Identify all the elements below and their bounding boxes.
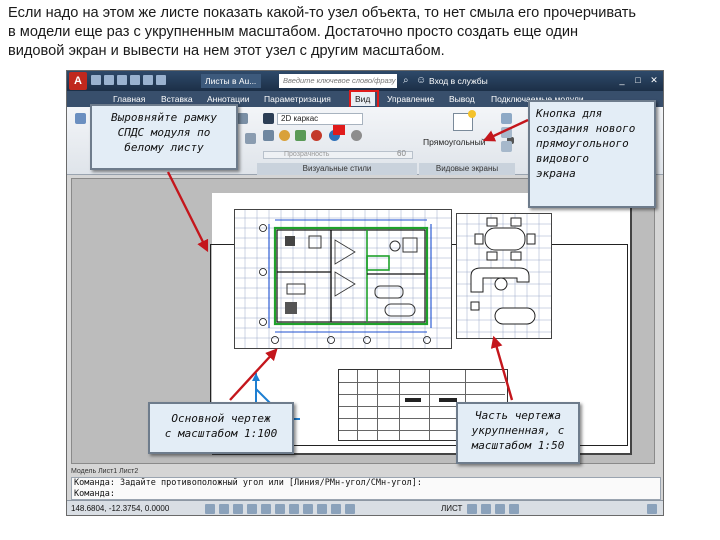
detail-viewport[interactable] xyxy=(456,213,552,339)
coordinates-readout: 148.6804, -12.3754, 0.0000 xyxy=(71,504,170,513)
open-icon[interactable] xyxy=(104,75,114,85)
clean-screen-icon[interactable] xyxy=(647,504,657,514)
lock-icon[interactable] xyxy=(509,504,519,514)
views-icon[interactable] xyxy=(245,133,256,144)
sun-icon[interactable] xyxy=(351,130,362,141)
tab-manage[interactable]: Управление xyxy=(387,92,434,106)
document-tab[interactable]: Листы в Au... xyxy=(201,74,261,88)
callout-line: масштабом 1:50 xyxy=(471,439,565,452)
minimize-button[interactable]: _ xyxy=(615,73,629,87)
layout-tabs[interactable]: Модель Лист1 Лист2 xyxy=(71,467,331,477)
callout-line: видового xyxy=(536,152,589,165)
callout-line: с масштабом 1:100 xyxy=(164,427,278,440)
command-history: Команда: Задайте противоположный угол ил… xyxy=(74,478,422,488)
callout-line: экрана xyxy=(536,167,576,180)
annotation-visibility-icon[interactable] xyxy=(481,504,491,514)
workspace-icon[interactable] xyxy=(495,504,505,514)
transparency-label: Прозрачность xyxy=(284,151,330,158)
close-button[interactable]: ✕ xyxy=(647,73,661,87)
ducs-icon[interactable] xyxy=(289,504,299,514)
callout-line: Основной чертеж xyxy=(171,412,271,425)
undo-icon[interactable] xyxy=(130,75,140,85)
material-icon[interactable] xyxy=(279,130,290,141)
callout-line: Кнопка для xyxy=(536,107,603,120)
transparency-value: 60 xyxy=(397,149,406,158)
snap-icon[interactable] xyxy=(205,504,215,514)
transparency-slider[interactable]: Прозрачность xyxy=(263,151,413,159)
callout-line: прямоугольного xyxy=(536,137,629,150)
lights-icon[interactable] xyxy=(329,130,340,141)
main-plan-drawing xyxy=(235,210,451,348)
slide-line: в модели еще раз с укрупненным масштабом… xyxy=(8,24,579,40)
polar-icon[interactable] xyxy=(247,504,257,514)
shading-icon[interactable] xyxy=(263,130,274,141)
detail-plan-drawing xyxy=(457,214,551,338)
space-toggle[interactable]: ЛИСТ xyxy=(441,501,462,515)
callout-line: Часть чертежа xyxy=(474,409,562,422)
callout-frame: Выровняйте рамку СПДС модуля по белому л… xyxy=(90,104,238,170)
quick-access-toolbar xyxy=(91,75,191,87)
otrack-icon[interactable] xyxy=(275,504,285,514)
main-viewport[interactable] xyxy=(234,209,452,349)
navigate-icon[interactable] xyxy=(75,113,86,124)
search-input[interactable]: Введите ключевое слово/фразу xyxy=(279,74,397,88)
slide-description: Если надо на этом же листе показать како… xyxy=(8,4,714,61)
callout-line: Выровняйте рамку xyxy=(111,111,217,124)
ortho-icon[interactable] xyxy=(233,504,243,514)
callout-detail-drawing: Часть чертежа укрупненная, с масштабом 1… xyxy=(456,402,580,464)
user-icon[interactable]: ☺ xyxy=(416,74,426,88)
redo-icon[interactable] xyxy=(143,75,153,85)
osnap-icon[interactable] xyxy=(261,504,271,514)
edges-icon[interactable] xyxy=(295,130,306,141)
quick-props-icon[interactable] xyxy=(345,504,355,514)
search-icon[interactable]: ⌕ xyxy=(403,74,409,88)
title-bar: A Листы в Au... Введите ключевое слово/ф… xyxy=(67,71,663,91)
callout-viewport-button: Кнопка для создания нового прямоугольног… xyxy=(528,100,656,208)
callout-main-drawing: Основной чертеж с масштабом 1:100 xyxy=(148,402,294,454)
annotation-scale-icon[interactable] xyxy=(467,504,477,514)
callout-line: белому листу xyxy=(124,141,204,154)
status-bar: 148.6804, -12.3754, 0.0000 ЛИСТ xyxy=(67,500,663,515)
viewport-config-icon[interactable] xyxy=(501,113,512,124)
visual-style-icon xyxy=(263,113,274,124)
panel-visual-styles: Визуальные стили xyxy=(257,163,417,175)
visual-style-select[interactable]: 2D каркас xyxy=(277,113,363,125)
transparency-icon[interactable] xyxy=(331,504,341,514)
viewcube-icon[interactable] xyxy=(237,113,248,124)
viewport-join-icon[interactable] xyxy=(501,127,512,138)
grid-icon[interactable] xyxy=(219,504,229,514)
signin-button[interactable]: Вход в службы xyxy=(429,74,488,88)
callout-line: создания нового xyxy=(536,122,636,135)
save-icon[interactable] xyxy=(117,75,127,85)
slide-line: видовой экран и вывести на нем этот узел… xyxy=(8,43,445,59)
panel-viewports: Видовые экраны xyxy=(419,163,515,175)
callout-line: СПДС модуля по xyxy=(117,126,211,139)
rectangular-viewport-icon[interactable] xyxy=(453,110,476,131)
app-menu-button[interactable]: A xyxy=(69,72,87,90)
command-prompt[interactable]: Команда: xyxy=(74,489,660,500)
lineweight-icon[interactable] xyxy=(317,504,327,514)
new-icon[interactable] xyxy=(91,75,101,85)
viewport-restore-icon[interactable] xyxy=(501,141,512,152)
shadows-icon[interactable] xyxy=(311,130,322,141)
print-icon[interactable] xyxy=(156,75,166,85)
callout-line: укрупненная, с xyxy=(471,424,565,437)
tab-output[interactable]: Вывод xyxy=(449,92,475,106)
rectangular-viewport-button[interactable]: Прямоугольный xyxy=(423,137,485,147)
tab-parametric[interactable]: Параметризация xyxy=(264,92,331,106)
dyn-icon[interactable] xyxy=(303,504,313,514)
slide-line: Если надо на этом же листе показать како… xyxy=(8,5,637,21)
maximize-button[interactable]: □ xyxy=(631,73,645,87)
command-line[interactable]: Команда: Задайте противоположный угол ил… xyxy=(71,477,661,500)
